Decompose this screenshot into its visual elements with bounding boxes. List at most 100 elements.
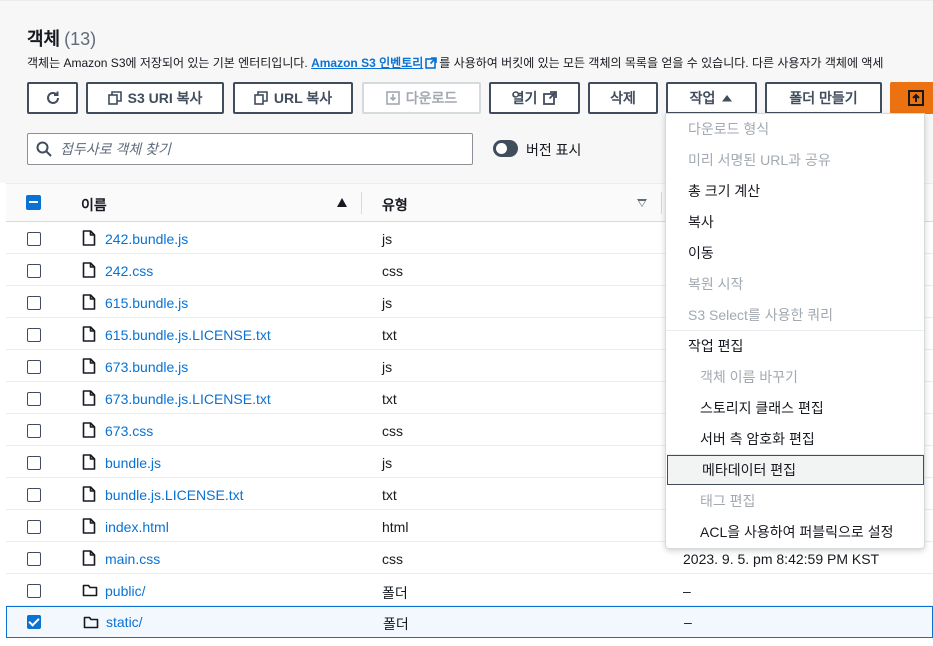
sort-icon[interactable] <box>637 199 647 207</box>
row-checkbox[interactable] <box>27 488 41 502</box>
object-type: txt <box>382 327 397 343</box>
object-type: js <box>382 231 393 247</box>
column-divider[interactable] <box>361 192 362 214</box>
search-box[interactable] <box>27 133 473 165</box>
open-label: 열기 <box>511 90 538 106</box>
folder-icon <box>83 614 99 630</box>
object-last-modified: – <box>683 583 691 599</box>
object-name-link[interactable]: 242.bundle.js <box>105 231 188 247</box>
object-type: js <box>382 359 393 375</box>
caret-up-icon <box>722 95 733 102</box>
actions-menu-item[interactable]: 복사 <box>666 207 924 237</box>
select-all-checkbox[interactable] <box>26 195 41 210</box>
delete-button[interactable]: 삭제 <box>588 82 658 114</box>
copy-url-button[interactable]: URL 복사 <box>233 82 353 114</box>
object-type: css <box>382 423 403 439</box>
actions-menu-item[interactable]: 총 크기 계산 <box>666 176 924 206</box>
actions-menu-item[interactable]: 객체 이름 바꾸기 <box>666 362 924 392</box>
delete-label: 삭제 <box>610 90 636 106</box>
table-row[interactable]: static/폴더 – <box>6 606 933 638</box>
actions-menu-item[interactable]: ACL을 사용하여 퍼블릭으로 설정 <box>666 517 924 547</box>
object-name-link[interactable]: public/ <box>105 583 145 599</box>
download-label: 다운로드 <box>405 90 458 106</box>
file-icon <box>82 390 96 406</box>
upload-icon <box>908 90 924 106</box>
table-row[interactable]: public/폴더 – <box>6 574 933 606</box>
object-name-link[interactable]: static/ <box>106 614 143 630</box>
row-checkbox[interactable] <box>27 264 41 278</box>
row-checkbox[interactable] <box>27 296 41 310</box>
row-checkbox[interactable] <box>27 424 41 438</box>
open-button[interactable]: 열기 <box>489 82 580 114</box>
create-folder-label: 폴더 만들기 <box>789 90 858 106</box>
column-divider[interactable] <box>661 192 662 214</box>
object-name-link[interactable]: 673.bundle.js <box>105 359 188 375</box>
object-name-link[interactable]: 615.bundle.js <box>105 295 188 311</box>
row-checkbox[interactable] <box>27 392 41 406</box>
object-name-link[interactable]: index.html <box>105 519 169 535</box>
actions-label: 작업 <box>689 90 716 106</box>
copy-s3-uri-button[interactable]: S3 URI 복사 <box>86 82 224 114</box>
object-name-link[interactable]: 673.css <box>105 423 153 439</box>
show-versions-label: 버전 표시 <box>526 142 582 158</box>
file-icon <box>82 358 96 374</box>
file-icon <box>82 326 96 342</box>
actions-menu-item[interactable]: 다운로드 형식 <box>666 114 924 144</box>
column-header-name[interactable]: 이름 <box>81 195 107 215</box>
actions-menu-item: 작업 편집 <box>688 338 744 354</box>
object-type: js <box>382 295 393 311</box>
object-type: txt <box>382 391 397 407</box>
object-name-link[interactable]: bundle.js.LICENSE.txt <box>105 487 244 503</box>
object-type: 폴더 <box>383 616 409 632</box>
row-checkbox[interactable] <box>27 552 41 566</box>
file-icon <box>82 230 96 246</box>
object-name-link[interactable]: bundle.js <box>105 455 161 471</box>
actions-menu-item[interactable]: 복원 시작 <box>666 269 924 299</box>
object-name-link[interactable]: main.css <box>105 551 160 567</box>
row-checkbox[interactable] <box>27 520 41 534</box>
copy-url-label: URL 복사 <box>273 90 333 106</box>
file-icon <box>82 454 96 470</box>
page-title: 객체 (13) <box>27 29 97 49</box>
show-versions-toggle[interactable] <box>493 140 518 157</box>
actions-menu-item[interactable]: S3 Select를 사용한 쿼리 <box>666 300 924 330</box>
create-folder-button[interactable]: 폴더 만들기 <box>765 82 882 114</box>
row-checkbox[interactable] <box>27 232 41 246</box>
actions-menu-item[interactable]: 서버 측 암호화 편집 <box>666 424 924 454</box>
sort-ascending-icon[interactable] <box>337 198 347 207</box>
actions-menu: 다운로드 형식 미리 서명된 URL과 공유 총 크기 계산 복사 이동 복원 시작 S3 … <box>665 113 925 549</box>
search-icon <box>36 141 52 157</box>
object-type: 폴더 <box>382 585 408 601</box>
row-checkbox[interactable] <box>27 456 41 470</box>
external-link-icon[interactable] <box>425 57 438 69</box>
actions-menu-item[interactable]: 미리 서명된 URL과 공유 <box>666 145 924 175</box>
row-checkbox[interactable] <box>27 615 41 629</box>
object-type: css <box>382 551 403 567</box>
object-count: (13) <box>64 29 97 49</box>
download-icon <box>385 91 400 105</box>
refresh-button[interactable] <box>27 82 78 114</box>
actions-menu-item[interactable]: 스토리지 클래스 편집 <box>666 393 924 423</box>
object-last-modified: 2023. 9. 5. pm 8:42:59 PM KST <box>683 551 880 567</box>
object-type: html <box>382 519 409 535</box>
download-button[interactable]: 다운로드 <box>362 82 481 114</box>
inventory-link[interactable]: Amazon S3 인벤토리 <box>311 56 423 70</box>
object-name-link[interactable]: 673.bundle.js.LICENSE.txt <box>105 391 271 407</box>
column-header-type[interactable]: 유형 <box>382 195 408 215</box>
object-name-link[interactable]: 242.css <box>105 263 153 279</box>
file-icon <box>82 486 96 502</box>
object-name-link[interactable]: 615.bundle.js.LICENSE.txt <box>105 327 271 343</box>
object-type: css <box>382 263 403 279</box>
copy-icon <box>254 91 268 105</box>
row-checkbox[interactable] <box>27 584 41 598</box>
actions-menu-item[interactable]: 이동 <box>666 238 924 268</box>
actions-menu-item[interactable]: 메타데이터 편집 <box>667 455 924 485</box>
folder-icon <box>82 582 98 598</box>
row-checkbox[interactable] <box>27 360 41 374</box>
search-input[interactable] <box>60 141 460 157</box>
file-icon <box>82 294 96 310</box>
actions-dropdown-button[interactable]: 작업 <box>666 82 757 114</box>
upload-button[interactable] <box>890 82 933 114</box>
actions-menu-item[interactable]: 태그 편집 <box>666 486 924 516</box>
row-checkbox[interactable] <box>27 328 41 342</box>
